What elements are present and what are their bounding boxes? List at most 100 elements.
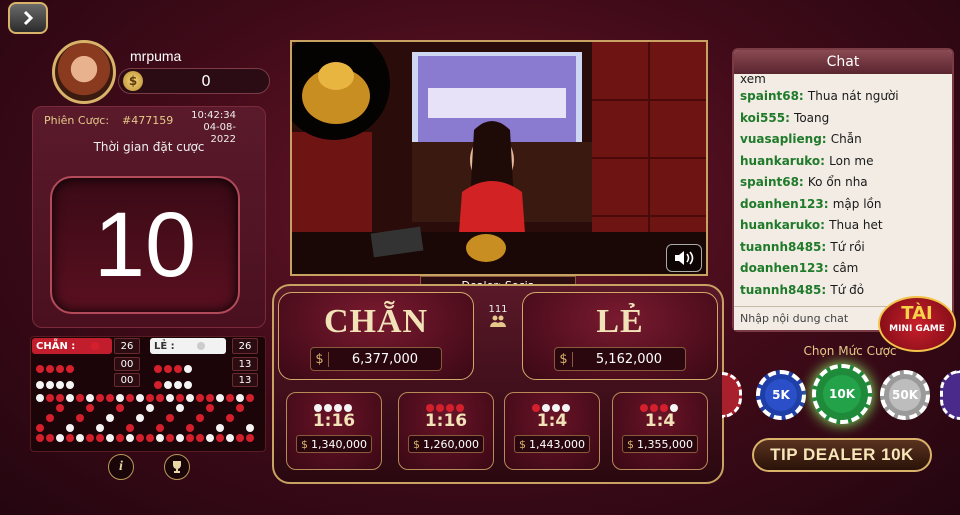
history-dot — [226, 394, 234, 402]
mini-game-subtitle: MINI GAME — [889, 324, 945, 334]
avatar[interactable] — [52, 40, 116, 104]
bet-chan-title: CHẴN — [323, 303, 429, 340]
history-dot — [36, 394, 44, 402]
chip-10k-label: 10K — [823, 375, 861, 413]
history-dot — [166, 434, 174, 442]
chip-more[interactable] — [940, 370, 960, 420]
history-dot — [206, 404, 214, 412]
sub-bet-3-red[interactable]: 1:4 $1,355,000 — [612, 392, 708, 470]
history-dot — [226, 414, 234, 422]
stat-row3-dots — [36, 374, 106, 389]
sub-bet-4-red[interactable]: 1:16 $1,260,000 — [398, 392, 494, 470]
history-dot — [216, 424, 224, 432]
sound-button[interactable] — [666, 244, 702, 272]
chat-text: Toang — [794, 110, 830, 125]
history-dot — [156, 424, 164, 432]
chat-username[interactable]: tuannh8485: — [740, 283, 830, 297]
chat-username[interactable]: vuasaplieng: — [740, 132, 831, 146]
bet-le-amount-box: $ 5,162,000 — [554, 347, 686, 371]
chat-username[interactable]: spaint68: — [740, 175, 808, 189]
back-button[interactable] — [8, 2, 48, 34]
chat-text: câm — [832, 261, 859, 275]
chip-10k[interactable]: 10K — [812, 364, 872, 424]
history-dot — [186, 424, 194, 432]
stat-chan-label: CHẴN : — [36, 340, 76, 352]
chat-text: Tứ đỏ — [830, 282, 865, 297]
history-road — [36, 394, 262, 446]
stat-row3-dots-b — [154, 374, 224, 389]
history-dot — [126, 434, 134, 442]
countdown-box: 10 — [50, 176, 240, 314]
stat-chan-count: 26 — [114, 338, 140, 354]
session-time: 10:42:34 — [191, 110, 236, 121]
sub-bet-4-white[interactable]: 1:16 $1,340,000 — [286, 392, 382, 470]
info-button[interactable]: i — [108, 454, 134, 480]
history-dot — [126, 394, 134, 402]
sub-bet-amount: 1,260,000 — [423, 437, 479, 451]
bet-le[interactable]: LẺ $ 5,162,000 — [522, 292, 718, 380]
chat-username[interactable]: doanhen123: — [740, 261, 833, 275]
chat-panel: Chat xem spaint68: Thua nát người koi555:… — [732, 48, 954, 332]
session-id: #477159 — [122, 114, 174, 127]
history-dot — [246, 394, 254, 402]
sub-bet-dots — [287, 397, 381, 412]
chat-username[interactable]: koi555: — [740, 111, 794, 125]
history-dot — [56, 394, 64, 402]
chat-text: Tứ rồi — [830, 239, 865, 254]
stat-row3-a: 00 — [114, 373, 140, 387]
chat-username[interactable]: huankaruko: — [740, 218, 829, 232]
users-icon — [490, 315, 506, 327]
chip-50k[interactable]: 50K — [880, 370, 930, 420]
bet-chan[interactable]: CHẴN $ 6,377,000 — [278, 292, 474, 380]
chip-5k[interactable]: 5K — [756, 370, 806, 420]
stat-le-tag: LẺ : — [150, 338, 226, 354]
history-dot — [146, 404, 154, 412]
speaker-icon — [675, 251, 694, 265]
red-dot-icon — [91, 342, 100, 350]
chat-message: vuasaplieng: Chẫn — [740, 129, 946, 151]
chip-5k-label: 5K — [765, 379, 797, 411]
sub-bet-ratio: 1:4 — [644, 411, 676, 431]
bet-chan-amount: 6,377,000 — [351, 351, 419, 367]
sub-bet-1-red[interactable]: 1:4 $1,443,000 — [504, 392, 600, 470]
sub-bet-amount-box: $1,355,000 — [622, 435, 698, 453]
stat-row3-b: 13 — [232, 373, 258, 387]
countdown-timer: 10 — [93, 193, 197, 296]
coin-icon: $ — [123, 71, 143, 91]
history-dot — [96, 424, 104, 432]
chat-message: spaint68: Thua nát người — [740, 86, 946, 108]
history-dot — [206, 394, 214, 402]
sub-bet-amount: 1,340,000 — [311, 437, 367, 451]
history-dot — [236, 404, 244, 412]
history-dot — [196, 434, 204, 442]
chat-username[interactable]: tuannh8485: — [740, 240, 830, 254]
stat-row2-a: 00 — [114, 357, 140, 371]
history-dot — [36, 434, 44, 442]
history-dot — [76, 394, 84, 402]
chat-text: Thua nát người — [807, 89, 899, 103]
chat-username[interactable]: doanhen123: — [740, 197, 833, 211]
history-dot — [136, 434, 144, 442]
history-dot — [186, 434, 194, 442]
chat-username[interactable]: huankaruko: — [740, 154, 829, 168]
history-dot — [86, 394, 94, 402]
history-dot — [36, 424, 44, 432]
chat-messages[interactable]: xem spaint68: Thua nát người koi555: Toan… — [734, 74, 952, 303]
history-dot — [166, 394, 174, 402]
balance-box: $ 0 — [118, 68, 270, 94]
history-dot — [76, 414, 84, 422]
balance-value: 0 — [201, 72, 211, 90]
history-dot — [166, 414, 174, 422]
tip-dealer-button[interactable]: TIP DEALER 10K — [752, 438, 932, 472]
players-count-value: 111 — [488, 304, 508, 315]
chip-prev[interactable] — [722, 372, 742, 418]
chat-text: Chẫn — [830, 132, 862, 146]
dollar-icon: $ — [555, 351, 573, 367]
trophy-button[interactable] — [164, 454, 190, 480]
history-dot — [106, 434, 114, 442]
chat-username[interactable]: spaint68: — [740, 89, 808, 103]
dealer-video-scene — [292, 42, 706, 274]
history-dot — [46, 414, 54, 422]
sub-bet-ratio: 1:4 — [536, 411, 568, 431]
history-dot — [246, 424, 254, 432]
